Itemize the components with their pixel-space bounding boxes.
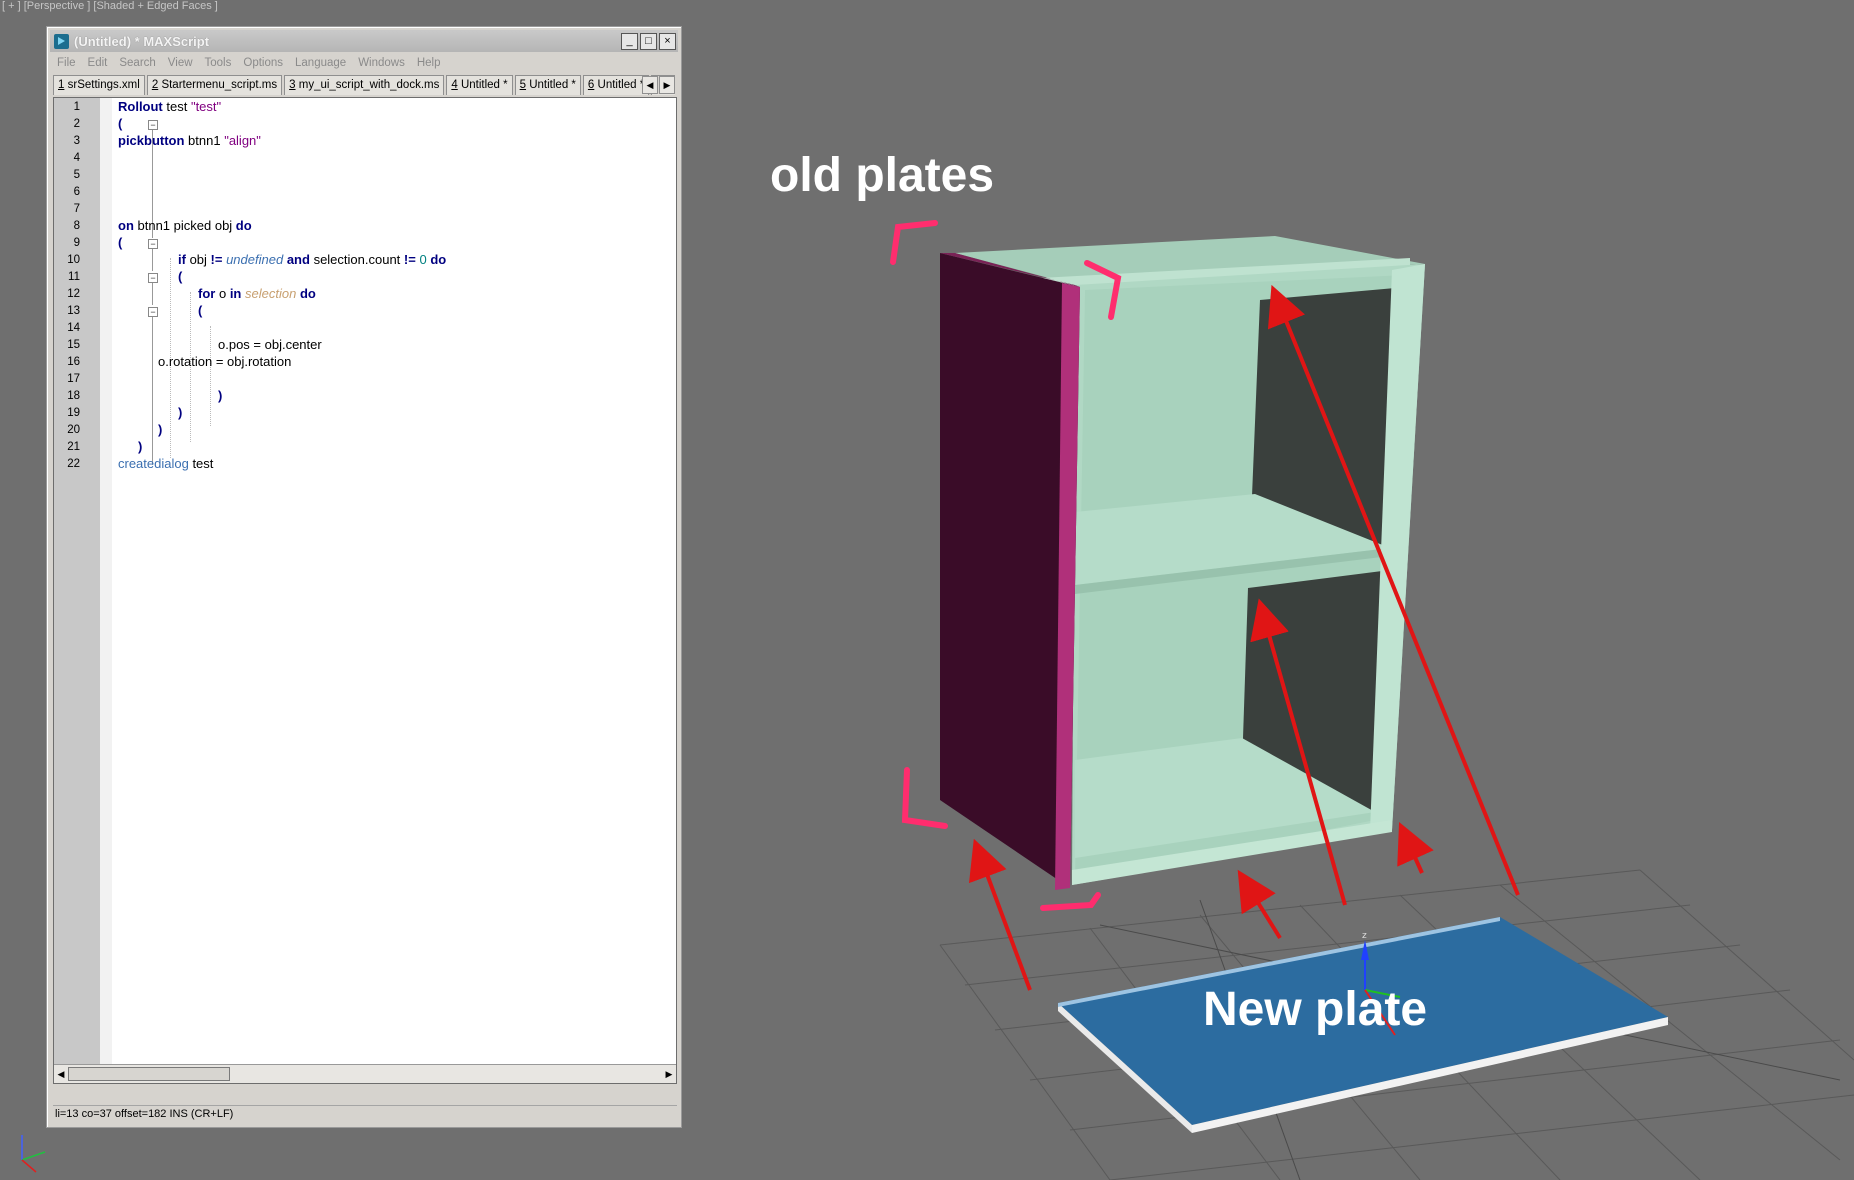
menu-help[interactable]: Help — [417, 57, 441, 69]
menu-tools[interactable]: Tools — [205, 57, 232, 69]
svg-text:z: z — [1362, 931, 1367, 941]
line-number: 14 — [67, 322, 80, 334]
line-number: 1 — [73, 101, 80, 113]
menu-edit[interactable]: Edit — [88, 57, 108, 69]
close-button[interactable]: × — [659, 32, 676, 50]
scrollbar-thumb[interactable] — [68, 1067, 230, 1081]
line-number: 22 — [67, 458, 80, 470]
title-bar[interactable]: (Untitled) * MAXScript _ □ × — [50, 30, 678, 52]
line-number: 13 — [67, 305, 80, 317]
scroll-left-icon[interactable]: ◀ — [55, 1067, 67, 1081]
fold-margin: − − − − — [100, 98, 158, 1065]
code-line-18: ) — [218, 388, 223, 403]
tab-untitled-5[interactable]: 5 Untitled * — [514, 75, 581, 95]
code-line-9: ( — [118, 235, 123, 250]
line-number: 19 — [67, 407, 80, 419]
code-line-16: o.rotation = obj.rotation — [158, 354, 292, 369]
line-number-gutter: 1 2 3 4 5 6 7 8 9 10 11 12 13 14 15 16 1… — [54, 98, 100, 1065]
line-number: 18 — [67, 390, 80, 402]
file-tab-bar: 1 srSettings.xml 2 Startermenu_script.ms… — [53, 75, 675, 95]
line-number: 21 — [67, 441, 80, 453]
code-line-2: ( — [118, 116, 123, 131]
line-number: 4 — [73, 152, 80, 164]
minimize-button[interactable]: _ — [621, 32, 638, 50]
maxscript-editor-window[interactable]: (Untitled) * MAXScript _ □ × File Edit S… — [46, 26, 682, 1128]
menu-search[interactable]: Search — [119, 57, 155, 69]
code-line-20: ) — [158, 422, 163, 437]
line-number: 12 — [67, 288, 80, 300]
line-number: 3 — [73, 135, 80, 147]
status-bar: li=13 co=37 offset=182 INS (CR+LF) — [53, 1105, 677, 1122]
code-editor[interactable]: 1 2 3 4 5 6 7 8 9 10 11 12 13 14 15 16 1… — [53, 97, 677, 1084]
indent-guide — [210, 326, 211, 426]
line-number: 11 — [68, 271, 80, 283]
code-line-19: ) — [178, 405, 183, 420]
tab-my-ui-script[interactable]: 3 my_ui_script_with_dock.ms — [284, 75, 445, 95]
code-line-8: on btnn1 picked obj do — [118, 218, 252, 233]
line-number: 10 — [67, 254, 80, 266]
tab-scroll-right-icon[interactable]: ▶ — [659, 76, 675, 94]
code-line-10: if obj != undefined and selection.count … — [178, 252, 447, 267]
window-title: (Untitled) * MAXScript — [74, 33, 210, 49]
line-number: 16 — [67, 356, 80, 368]
cabinet-model — [940, 236, 1425, 890]
horizontal-scrollbar[interactable]: ◀ ▶ — [54, 1064, 676, 1083]
menu-windows[interactable]: Windows — [358, 57, 405, 69]
code-line-3: pickbutton btnn1 "align" — [118, 133, 261, 148]
tab-untitled-6[interactable]: 6 Untitled * — [582, 75, 650, 95]
line-number: 8 — [73, 220, 80, 232]
maxscript-icon — [54, 33, 69, 49]
line-number: 20 — [67, 424, 80, 436]
code-line-22: createdialog test — [118, 456, 214, 471]
axis-icon — [21, 1135, 46, 1173]
code-line-11: ( — [178, 269, 183, 284]
line-number: 2 — [73, 118, 80, 130]
menu-bar: File Edit Search View Tools Options Lang… — [53, 53, 675, 73]
tab-srsettings[interactable]: 1 srSettings.xml — [53, 75, 145, 95]
code-line-1: Rollout test "test" — [118, 99, 222, 114]
scroll-right-icon[interactable]: ▶ — [663, 1067, 675, 1081]
menu-view[interactable]: View — [168, 57, 193, 69]
menu-options[interactable]: Options — [243, 57, 283, 69]
code-line-21: ) — [138, 439, 143, 454]
line-number: 6 — [73, 186, 80, 198]
line-number: 15 — [67, 339, 80, 351]
line-number: 7 — [73, 203, 80, 215]
menu-file[interactable]: File — [57, 57, 76, 69]
menu-language[interactable]: Language — [295, 57, 346, 69]
new-plate-label: New plate — [1203, 983, 1428, 1036]
old-plates-label: old plates — [770, 149, 995, 202]
tab-scroll-left-icon[interactable]: ◀ — [642, 76, 658, 94]
line-number: 17 — [67, 373, 80, 385]
maximize-button[interactable]: □ — [640, 32, 657, 50]
tab-startermenu[interactable]: 2 Startermenu_script.ms — [146, 75, 283, 95]
line-number: 5 — [73, 169, 80, 181]
line-number: 9 — [73, 237, 80, 249]
code-line-15: o.pos = obj.center — [218, 337, 322, 352]
code-line-13: ( — [198, 303, 203, 318]
code-line-12: for o in selection do — [198, 286, 316, 301]
code-text[interactable]: Rollout test "test" ( pickbutton btnn1 "… — [116, 98, 676, 1065]
tab-untitled-4[interactable]: 4 Untitled * — [446, 75, 513, 95]
